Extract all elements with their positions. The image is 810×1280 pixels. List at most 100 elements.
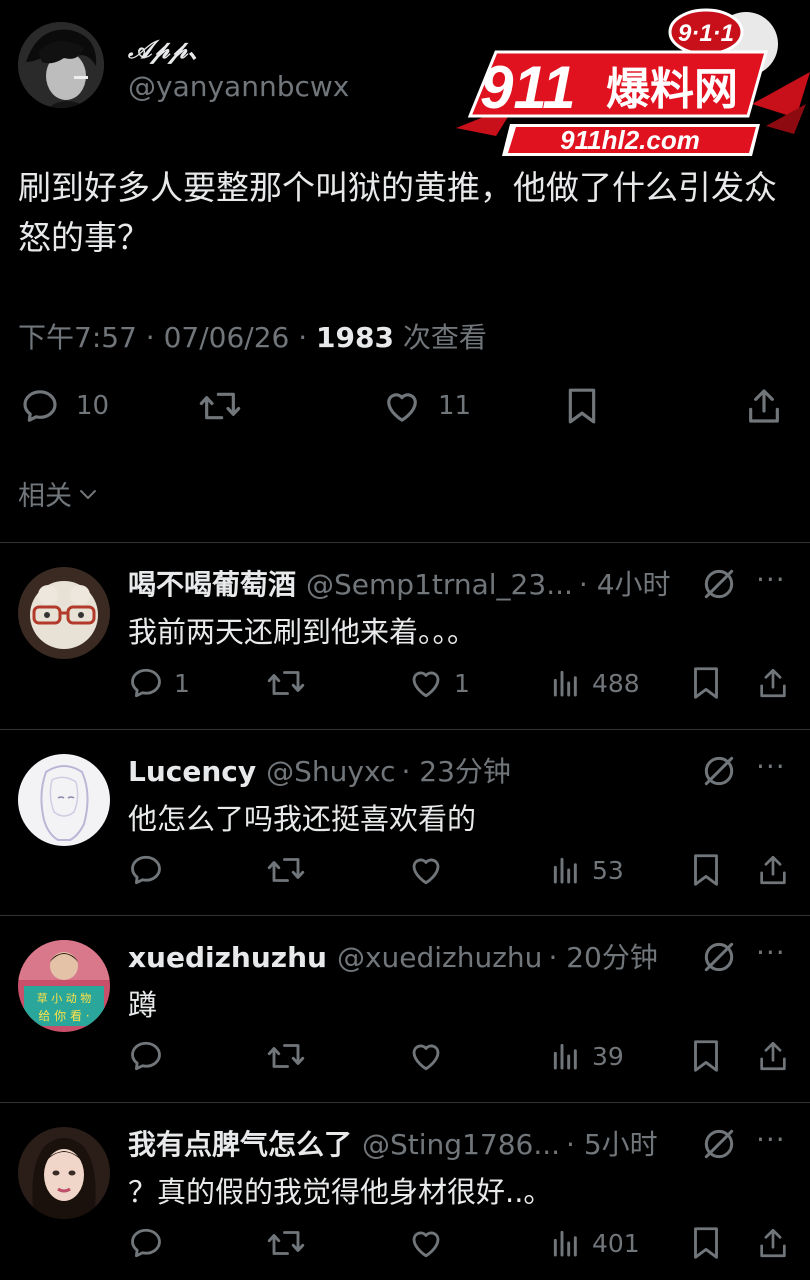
share-button[interactable] xyxy=(756,1225,790,1261)
author-avatar[interactable] xyxy=(18,22,104,108)
reply-count: 10 xyxy=(76,391,110,421)
like-button[interactable] xyxy=(408,1225,454,1261)
avatar[interactable] xyxy=(18,754,110,846)
grok-icon[interactable] xyxy=(700,752,738,790)
reply-button[interactable] xyxy=(128,1038,174,1074)
reply-icon xyxy=(23,390,57,422)
retweet-button[interactable] xyxy=(196,386,244,426)
like-button[interactable] xyxy=(408,852,454,888)
bookmark-button[interactable] xyxy=(564,386,600,426)
share-icon xyxy=(749,389,779,423)
view-count: 53 xyxy=(592,855,624,885)
share-button[interactable] xyxy=(744,386,784,426)
reply-author-name[interactable]: 喝不喝葡萄酒 xyxy=(128,563,296,603)
divider xyxy=(0,1102,810,1103)
reply-header: 喝不喝葡萄酒 @Semp1trnal_23... · 4小时 xyxy=(128,563,671,603)
share-button[interactable] xyxy=(756,665,790,701)
like-button[interactable]: 1 xyxy=(408,665,470,701)
reply-item[interactable]: 喝不喝葡萄酒 @Semp1trnal_23... · 4小时 ··· 我前两天还… xyxy=(0,563,810,723)
retweet-button[interactable] xyxy=(266,665,316,701)
views-button[interactable]: 488 xyxy=(550,665,640,701)
more-icon[interactable]: ··· xyxy=(756,1123,786,1156)
like-button[interactable]: 11 xyxy=(380,386,471,426)
reply-author-name[interactable]: Lucency xyxy=(128,755,256,788)
reply-author-name[interactable]: 我有点脾气怎么了 xyxy=(128,1123,352,1163)
reply-item[interactable]: 草 小 动 物 给 你 看 · xuedizhuzhu @xuedizhuzhu… xyxy=(0,936,810,1096)
reply-time: · 4小时 xyxy=(578,568,671,601)
heart-icon xyxy=(412,858,440,885)
author-name[interactable]: 𝒜𝓅𝓅、 xyxy=(128,30,212,66)
reply-author-handle[interactable]: @Semp1trnal_23... xyxy=(306,568,573,601)
reply-item[interactable]: 我有点脾气怎么了 @Sting1786... · 5小时 ··· ？真的假的我觉… xyxy=(0,1123,810,1280)
like-count: 1 xyxy=(454,668,470,698)
reply-author-handle[interactable]: @Shuyxc xyxy=(266,755,395,788)
reply-author-name[interactable]: xuedizhuzhu xyxy=(128,941,327,974)
reply-button[interactable] xyxy=(128,1225,174,1261)
bookmark-icon xyxy=(568,388,596,424)
grok-icon[interactable] xyxy=(700,938,738,976)
grok-icon[interactable] xyxy=(700,565,738,603)
bookmark-button[interactable] xyxy=(690,1038,722,1074)
view-count: 39 xyxy=(592,1041,624,1071)
post-time: 下午7:57 · 07/06/26 · xyxy=(18,321,317,354)
retweet-button[interactable] xyxy=(266,1038,316,1074)
views-button[interactable]: 39 xyxy=(550,1038,624,1074)
retweet-button[interactable] xyxy=(266,852,316,888)
watermark-title: 爆料网 xyxy=(606,64,738,115)
analytics-icon xyxy=(553,857,577,884)
analytics-icon xyxy=(553,1043,577,1070)
bookmark-button[interactable] xyxy=(690,852,722,888)
watermark-url: 911hl2.com xyxy=(560,125,700,155)
reply-author-handle[interactable]: @Sting1786... xyxy=(362,1128,560,1161)
share-icon xyxy=(760,855,786,885)
heart-icon xyxy=(412,1044,440,1071)
heart-icon xyxy=(387,393,417,422)
retweet-icon xyxy=(267,1231,305,1255)
avatar[interactable]: 草 小 动 物 给 你 看 · xyxy=(18,940,110,1032)
reply-icon xyxy=(131,855,161,885)
heart-icon xyxy=(412,1231,440,1258)
reply-time: · 23分钟 xyxy=(401,755,511,788)
views-button[interactable]: 53 xyxy=(550,852,624,888)
reply-text: 他怎么了吗我还挺喜欢看的 xyxy=(128,802,477,836)
bookmark-icon xyxy=(694,1040,718,1072)
reply-button[interactable]: 1 xyxy=(128,665,190,701)
bookmark-button[interactable] xyxy=(690,1225,722,1261)
reply-author-handle[interactable]: @xuedizhuzhu xyxy=(337,941,542,974)
more-icon[interactable]: ··· xyxy=(756,936,786,969)
reply-button[interactable]: 10 xyxy=(18,386,109,426)
more-icon[interactable]: ··· xyxy=(756,563,786,596)
views-button[interactable]: 401 xyxy=(550,1225,640,1261)
like-button[interactable] xyxy=(408,1038,454,1074)
reply-actions: 39 xyxy=(128,1038,798,1074)
author-handle[interactable]: @yanyannbcwx xyxy=(128,70,349,103)
view-count: 401 xyxy=(592,1228,640,1258)
post-views-label: 次查看 xyxy=(393,321,487,354)
reply-button[interactable] xyxy=(128,852,174,888)
share-button[interactable] xyxy=(756,1038,790,1074)
share-icon xyxy=(760,1041,786,1071)
related-toggle[interactable]: 相关 xyxy=(18,474,100,513)
share-icon xyxy=(760,668,786,698)
avatar[interactable] xyxy=(18,1127,110,1219)
retweet-button[interactable] xyxy=(266,1225,316,1261)
bookmark-button[interactable] xyxy=(690,665,722,701)
more-icon[interactable]: ··· xyxy=(756,750,786,783)
analytics-icon xyxy=(553,1230,577,1257)
reply-count: 1 xyxy=(174,668,190,698)
retweet-icon xyxy=(267,671,305,695)
reply-icon xyxy=(131,1228,161,1258)
heart-icon xyxy=(412,671,440,698)
post-view-count: 1983 xyxy=(316,321,394,354)
analytics-icon xyxy=(553,670,577,697)
reply-header: xuedizhuzhu @xuedizhuzhu · 20分钟 xyxy=(128,936,658,976)
reply-item[interactable]: Lucency @Shuyxc · 23分钟 ··· 他怎么了吗我还挺喜欢看的 … xyxy=(0,750,810,910)
avatar[interactable] xyxy=(18,567,110,659)
reply-icon xyxy=(131,1041,161,1071)
reply-actions: 1 1 488 xyxy=(128,665,798,701)
grok-icon[interactable] xyxy=(700,1125,738,1163)
share-button[interactable] xyxy=(756,852,790,888)
watermark-logo: 9·1·1 911 爆料网 911hl2.com xyxy=(456,8,810,168)
post-meta: 下午7:57 · 07/06/26 · 1983 次查看 xyxy=(18,316,487,356)
share-icon xyxy=(760,1228,786,1258)
